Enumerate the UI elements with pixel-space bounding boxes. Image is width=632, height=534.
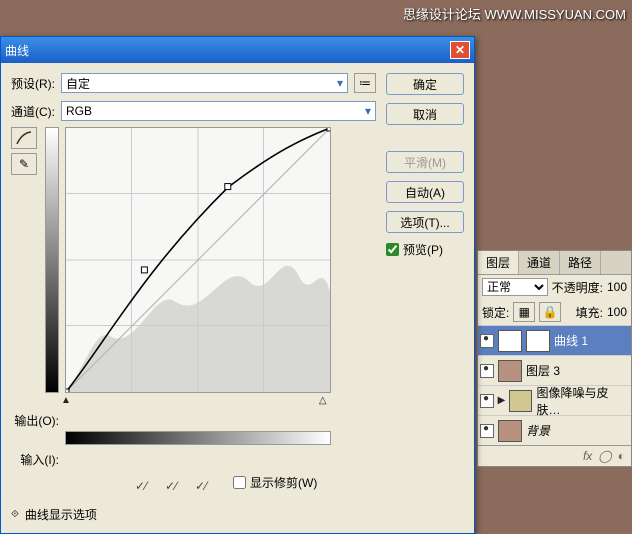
layer-item-3[interactable]: 图层 3 bbox=[478, 355, 631, 385]
layer-name: 图像降噪与皮肤… bbox=[536, 384, 629, 418]
curve-graph[interactable] bbox=[65, 127, 331, 393]
visibility-icon[interactable] bbox=[480, 424, 494, 438]
channel-value: RGB bbox=[66, 104, 92, 118]
smooth-button: 平滑(M) bbox=[386, 151, 464, 173]
show-clipping-checkbox[interactable] bbox=[233, 476, 246, 489]
layer-thumb-icon bbox=[498, 420, 522, 442]
dialog-title: 曲线 bbox=[5, 42, 29, 59]
show-clipping-label: 显示修剪(W) bbox=[250, 474, 317, 491]
curve-tool-button[interactable] bbox=[11, 127, 37, 149]
options-button[interactable]: 选项(T)... bbox=[386, 211, 464, 233]
chevron-down-icon: ▾ bbox=[365, 104, 371, 118]
mask-icon[interactable]: ◯ bbox=[598, 449, 611, 463]
preset-menu-button[interactable]: ≔ bbox=[354, 73, 376, 93]
preset-label: 预设(R): bbox=[11, 75, 55, 92]
layer-thumb-icon bbox=[498, 360, 522, 382]
lock-pixels-icon[interactable]: ▦ bbox=[513, 302, 535, 322]
gray-eyedropper-icon[interactable]: ✓⁄ bbox=[161, 476, 181, 496]
curve-display-options[interactable]: ⟐ 曲线显示选项 bbox=[11, 506, 376, 523]
channel-combo[interactable]: RGB ▾ bbox=[61, 101, 376, 121]
layer-thumb-icon bbox=[498, 330, 522, 352]
opacity-label: 不透明度: bbox=[552, 279, 603, 296]
tab-paths[interactable]: 路径 bbox=[560, 251, 601, 274]
fill-value: 100 bbox=[607, 305, 627, 319]
visibility-icon[interactable] bbox=[480, 394, 494, 408]
expand-icon[interactable]: ▶ bbox=[498, 395, 506, 406]
tab-layers[interactable]: 图层 bbox=[478, 251, 519, 274]
pencil-tool-button[interactable]: ✎ bbox=[11, 153, 37, 175]
preview-label: 预览(P) bbox=[403, 241, 443, 258]
layer-name: 曲线 1 bbox=[554, 332, 588, 349]
auto-button[interactable]: 自动(A) bbox=[386, 181, 464, 203]
lock-all-icon[interactable]: 🔒 bbox=[539, 302, 561, 322]
layer-name: 图层 3 bbox=[526, 362, 560, 379]
input-gradient bbox=[65, 431, 331, 445]
blend-mode-select[interactable]: 正常 bbox=[482, 278, 548, 296]
folder-icon bbox=[509, 390, 532, 412]
black-point-slider[interactable]: ▲ bbox=[61, 395, 71, 406]
preview-check[interactable]: 预览(P) bbox=[386, 241, 464, 258]
layers-panel: 图层 通道 路径 正常 不透明度: 100 锁定: ▦ 🔒 填充: 100 曲线… bbox=[477, 250, 632, 467]
layers-footer: fx ◯ ◐ bbox=[478, 445, 631, 466]
curve-svg bbox=[66, 128, 330, 392]
watermark-text: 思缘设计论坛 WWW.MISSYUAN.COM bbox=[403, 4, 626, 23]
curves-dialog: 曲线 ✕ 预设(R): 自定 ▾ ≔ 通道(C): RGB ▾ bbox=[0, 36, 475, 534]
input-label: 输入(I): bbox=[11, 449, 59, 468]
visibility-icon[interactable] bbox=[480, 334, 494, 348]
opacity-value: 100 bbox=[607, 280, 627, 294]
white-point-slider[interactable]: △ bbox=[319, 395, 327, 406]
tab-channels[interactable]: 通道 bbox=[519, 251, 560, 274]
layers-tabs: 图层 通道 路径 bbox=[478, 251, 631, 275]
visibility-icon[interactable] bbox=[480, 364, 494, 378]
fx-icon[interactable]: fx bbox=[583, 449, 592, 463]
cancel-button[interactable]: 取消 bbox=[386, 103, 464, 125]
fill-label: 填充: bbox=[576, 304, 603, 321]
lock-label: 锁定: bbox=[482, 304, 509, 321]
close-button[interactable]: ✕ bbox=[450, 41, 470, 59]
expand-label: 曲线显示选项 bbox=[25, 506, 97, 523]
adjustment-icon[interactable]: ◐ bbox=[618, 449, 625, 463]
black-eyedropper-icon[interactable]: ✓⁄ bbox=[131, 476, 151, 496]
titlebar[interactable]: 曲线 ✕ bbox=[1, 37, 474, 63]
ok-button[interactable]: 确定 bbox=[386, 73, 464, 95]
layer-mask-icon bbox=[526, 330, 550, 352]
output-gradient bbox=[45, 127, 59, 393]
layer-item-bg[interactable]: 背景 bbox=[478, 415, 631, 445]
white-eyedropper-icon[interactable]: ✓⁄ bbox=[191, 476, 211, 496]
preset-combo[interactable]: 自定 ▾ bbox=[61, 73, 348, 93]
layer-item-curves1[interactable]: 曲线 1 bbox=[478, 325, 631, 355]
preset-value: 自定 bbox=[66, 75, 90, 92]
output-label: 输出(O): bbox=[11, 410, 59, 429]
preview-checkbox[interactable] bbox=[386, 243, 399, 256]
chevron-down-icon: ▾ bbox=[337, 76, 343, 90]
layer-item-folder[interactable]: ▶ 图像降噪与皮肤… bbox=[478, 385, 631, 415]
chevron-icon: ⟐ bbox=[11, 509, 19, 520]
channel-label: 通道(C): bbox=[11, 103, 55, 120]
layer-name: 背景 bbox=[526, 422, 550, 439]
